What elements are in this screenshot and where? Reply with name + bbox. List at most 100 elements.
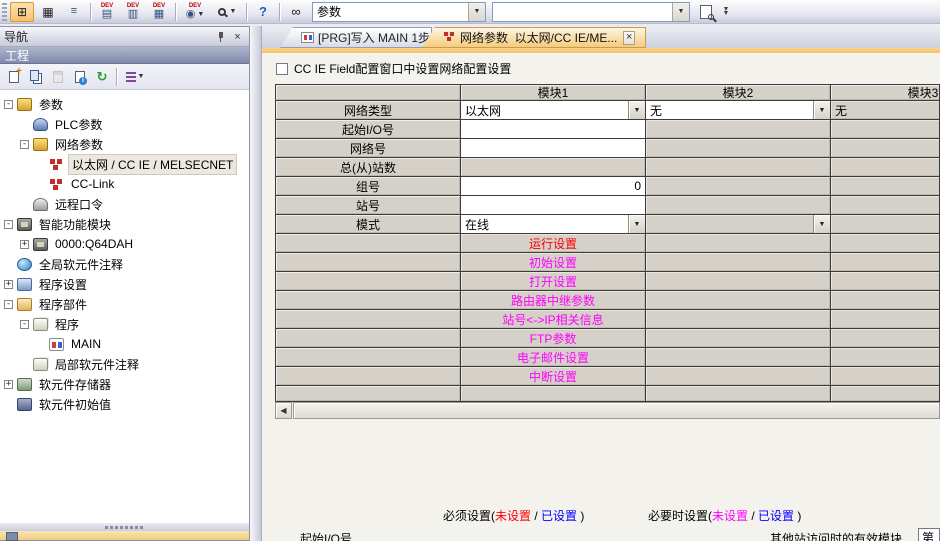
find-target-combo[interactable]: ▼ [492,2,690,22]
scroll-left-arrow-icon[interactable]: ◀ [275,402,292,419]
main-toolbar: ⊞ ▦ ≡ DEV▤ DEV▥ DEV▦ DEV◉▼ ▼ ? ∞ 参数 ▼ ▼ … [0,0,940,24]
toolbar-grip[interactable] [2,3,7,21]
collapse-icon[interactable]: - [20,320,29,329]
tree-item[interactable]: 以太网 / CC IE / MELSECNET [0,154,249,174]
document-tabbar: [PRG]写入 MAIN 1步 网络参数 以太网/CC IE/ME... × [262,26,940,48]
list-view-button[interactable]: ≡ [62,2,86,22]
find-button[interactable]: ∞ [284,2,308,22]
tree-item[interactable]: -智能功能模块 [0,214,249,234]
settings-link[interactable]: 初始设置 [461,253,646,272]
expand-icon[interactable]: + [4,380,13,389]
selection-panel-strip[interactable] [0,531,249,540]
tree-item-label: 程序部件 [36,295,90,314]
collapse-icon[interactable]: - [20,140,29,149]
tree-item[interactable]: +0000:Q64DAH [0,234,249,254]
combo-dropdown-icon[interactable]: ▼ [628,215,645,233]
tree-item[interactable]: 软元件初始值 [0,394,249,414]
pin-icon[interactable] [213,30,228,44]
settings-link-label: 站号<->IP相关信息 [502,311,603,328]
device-find-button[interactable]: DEV▤ [95,2,119,22]
settings-link[interactable]: 打开设置 [461,272,646,291]
vertical-splitter[interactable] [250,26,262,541]
module-configuration-button[interactable]: ▦ [36,2,60,22]
find-keyword-combo[interactable]: 参数 ▼ [312,2,486,22]
tree-item[interactable]: +程序设置 [0,274,249,294]
combo-dropdown-icon[interactable]: ▼ [672,3,689,21]
settings-link-label: 打开设置 [529,273,577,290]
cell-disabled [646,386,831,401]
cell-combo[interactable]: 在线▼ [461,215,646,234]
cell-input[interactable] [461,196,646,215]
tree-item[interactable]: 局部软元件注释 [0,354,249,374]
paste-button[interactable] [47,67,69,87]
tab-prg-write-main[interactable]: [PRG]写入 MAIN 1步 [280,27,432,48]
new-item-button[interactable] [3,67,25,87]
tree-item-label: 全局软元件注释 [36,255,126,274]
tree-item[interactable]: PLC参数 [0,114,249,134]
help-button[interactable]: ? [251,2,275,22]
toolbar-separator [279,3,280,21]
h-scrollbar[interactable]: ◀ [275,402,940,419]
combo-dropdown-icon[interactable]: ▼ [813,101,830,119]
combo-dropdown-icon[interactable]: ▼ [813,215,830,233]
tree-connector [20,360,29,369]
tree-item[interactable]: -网络参数 [0,134,249,154]
panel-splitter-handle[interactable] [0,523,249,531]
tree-item[interactable]: MAIN [0,334,249,354]
combo-dropdown-icon[interactable]: ▼ [468,3,485,21]
cell-input[interactable] [461,139,646,158]
settings-link[interactable]: 运行设置 [461,234,646,253]
cell-input[interactable]: 0 [461,177,646,196]
tree-item[interactable]: 全局软元件注释 [0,254,249,274]
refresh-button[interactable]: ↻ [91,67,113,87]
settings-link[interactable]: 电子邮件设置 [461,348,646,367]
toolbar-overflow-button[interactable]: ▼▼ [719,2,733,22]
cell-input[interactable] [461,120,646,139]
close-icon[interactable]: × [230,30,245,44]
tree-item-label: MAIN [68,336,104,352]
expand-icon[interactable]: + [20,240,29,249]
tree-item[interactable]: -程序 [0,314,249,334]
expand-icon[interactable]: + [4,280,13,289]
tab-close-icon[interactable]: × [623,31,635,45]
cell-combo[interactable]: 无▼ [646,101,831,120]
settings-link[interactable]: FTP参数 [461,329,646,348]
program-icon [33,318,48,331]
tree-item[interactable]: -参数 [0,94,249,114]
device-test-button[interactable]: ▼ [212,2,242,22]
combo-dropdown-icon[interactable]: ▼ [628,101,645,119]
scroll-thumb[interactable] [293,402,940,419]
collapse-icon[interactable]: - [4,100,13,109]
navigation-window-toggle-button[interactable]: ⊞ [10,2,34,22]
valid-module-label: 其他站访问时的有效模块 [770,530,902,541]
device-batch-monitor-button[interactable]: DEV▥ [121,2,145,22]
sort-filter-button[interactable]: ▼ [120,67,150,87]
device-register-monitor-button[interactable]: DEV▦ [147,2,171,22]
collapse-icon[interactable]: - [4,220,13,229]
tree-item[interactable]: 远程口令 [0,194,249,214]
find-in-document-button[interactable] [694,2,718,22]
item-info-button[interactable] [69,67,91,87]
copy-button[interactable] [25,67,47,87]
navigation-title: 导航 [4,28,211,45]
collapse-icon[interactable]: - [4,300,13,309]
cc-ie-field-checkbox[interactable] [276,63,288,75]
tab-label: 网络参数 以太网/CC IE/ME... [460,29,617,46]
row-label-cell [276,310,461,329]
param-icon [17,98,32,111]
tree-connector [4,400,13,409]
devinit-icon [17,398,32,411]
settings-link-label: 运行设置 [529,235,577,252]
tab-network-parameter[interactable]: 网络参数 以太网/CC IE/ME... × [422,27,646,48]
cell-combo[interactable]: 以太网▼ [461,101,646,120]
row-label-cell [276,386,461,401]
settings-link[interactable]: 中断设置 [461,367,646,386]
tree-item[interactable]: CC-Link [0,174,249,194]
settings-link[interactable]: 站号<->IP相关信息 [461,310,646,329]
tree-item[interactable]: - 程序部件 [0,294,249,314]
settings-link[interactable]: 路由器中继参数 [461,291,646,310]
global-icon [17,258,32,271]
tree-item[interactable]: +软元件存储器 [0,374,249,394]
valid-module-combo[interactable]: 第 [918,528,940,541]
device-display-button[interactable]: DEV◉▼ [180,2,210,22]
